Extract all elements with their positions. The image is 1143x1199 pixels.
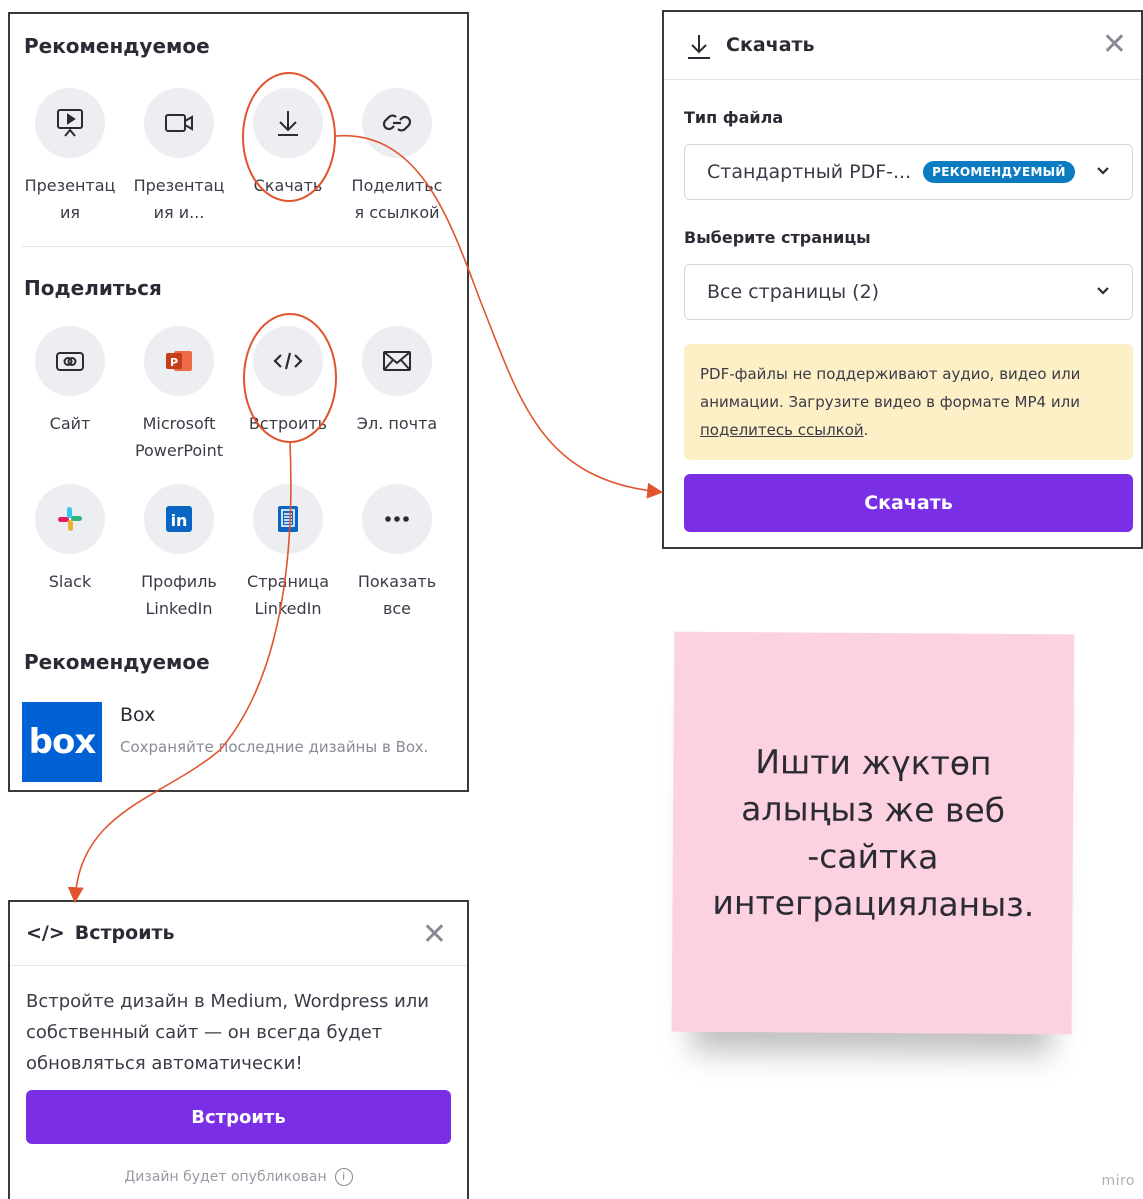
tile-label: Поделитьс я ссылкой — [351, 176, 443, 222]
file-type-label: Тип файла — [684, 108, 784, 127]
tile-label: Презентац ия и... — [133, 176, 225, 222]
tile-label: Сайт — [49, 414, 91, 433]
tile-email[interactable]: Эл. почта — [342, 326, 452, 437]
publish-note-text: Дизайн будет опубликован — [124, 1169, 327, 1185]
file-type-select[interactable]: Стандартный PDF-... РЕКОМЕНДУЕМЫЙ — [684, 144, 1133, 200]
link-icon — [362, 88, 432, 158]
tile-label: Эл. почта — [356, 414, 438, 433]
sticky-note-text: Ишти жүктөп алыңыз же веб -сайтка интегр… — [712, 742, 1035, 925]
warning-end: . — [863, 421, 869, 439]
tile-website[interactable]: Сайт — [15, 326, 125, 437]
miro-watermark: miro — [1101, 1173, 1135, 1189]
box-logo[interactable]: box — [22, 702, 102, 782]
tile-label: Microsoft PowerPoint — [134, 414, 224, 460]
dialog-header: </> Встроить ✕ — [10, 902, 467, 966]
recommended-title: Рекомендуемое — [24, 34, 210, 58]
email-icon — [362, 326, 432, 396]
embed-title-text: Встроить — [74, 922, 175, 944]
dialog-title: </> Встроить — [26, 922, 175, 944]
tile-label: Показать все — [357, 572, 437, 618]
publish-note: Дизайн будет опубликован i — [10, 1168, 467, 1186]
download-button[interactable]: Скачать — [684, 474, 1133, 532]
tile-presentation[interactable]: Презентац ия — [15, 88, 125, 226]
embed-dialog: </> Встроить ✕ Встройте дизайн в Medium, … — [8, 900, 469, 1199]
tile-presentation-video[interactable]: Презентац ия и... — [124, 88, 234, 226]
tile-label: Встроить — [248, 414, 328, 433]
svg-text:P: P — [170, 356, 178, 369]
slack-icon — [35, 484, 105, 554]
powerpoint-icon: P — [144, 326, 214, 396]
divider — [22, 246, 458, 247]
linkedin-page-icon — [253, 484, 323, 554]
warning-text: PDF-файлы не поддерживают аудио, видео и… — [700, 365, 1081, 411]
tile-label: Презентац ия — [24, 176, 116, 222]
embed-code-icon — [253, 326, 323, 396]
sticky-note[interactable]: Ишти жүктөп алыңыз же веб -сайтка интегр… — [671, 631, 1075, 1035]
tile-label: Профиль LinkedIn — [141, 572, 217, 618]
tile-label: Slack — [48, 572, 92, 591]
website-icon — [35, 326, 105, 396]
close-icon[interactable]: ✕ — [1102, 30, 1127, 60]
embed-description: Встройте дизайн в Medium, Wordpress или … — [26, 991, 429, 1074]
box-description: Сохраняйте последние дизайны в Box. — [120, 738, 429, 756]
tile-share-link[interactable]: Поделитьс я ссылкой — [342, 88, 452, 226]
pages-value: Все страницы (2) — [707, 281, 880, 303]
tile-linkedin-page[interactable]: Страница LinkedIn — [233, 484, 343, 622]
box-title[interactable]: Box — [120, 704, 155, 726]
pdf-warning: PDF-файлы не поддерживают аудио, видео и… — [684, 344, 1133, 460]
tile-linkedin-profile[interactable]: in Профиль LinkedIn — [124, 484, 234, 622]
tile-label: Скачать — [253, 176, 323, 195]
recommended-badge: РЕКОМЕНДУЕМЫЙ — [923, 161, 1075, 183]
download-dialog: Скачать ✕ Тип файла Стандартный PDF-... … — [662, 10, 1143, 549]
download-icon — [253, 88, 323, 158]
svg-text:in: in — [171, 511, 188, 530]
chevron-down-icon — [1094, 161, 1112, 184]
linkedin-icon: in — [144, 484, 214, 554]
share-panel: Рекомендуемое Презентац ия Презентац ия … — [8, 12, 469, 792]
tile-show-all[interactable]: Показать все — [342, 484, 452, 622]
dialog-title: Скачать — [726, 34, 815, 56]
tile-download[interactable]: Скачать — [233, 88, 343, 199]
pages-label: Выберите страницы — [684, 228, 871, 247]
chevron-down-icon — [1094, 281, 1112, 304]
share-title: Поделиться — [24, 276, 162, 300]
file-type-value: Стандартный PDF-... — [707, 161, 912, 183]
presentation-icon — [35, 88, 105, 158]
close-icon[interactable]: ✕ — [422, 920, 447, 950]
recommended-title-2: Рекомендуемое — [24, 650, 210, 674]
embed-button[interactable]: Встроить — [26, 1090, 451, 1144]
tile-powerpoint[interactable]: P Microsoft PowerPoint — [124, 326, 234, 464]
embed-code-icon: </> — [26, 922, 65, 944]
tile-label: Страница LinkedIn — [246, 572, 329, 618]
download-icon — [684, 32, 714, 66]
video-icon — [144, 88, 214, 158]
more-icon — [362, 484, 432, 554]
pages-select[interactable]: Все страницы (2) — [684, 264, 1133, 320]
tile-embed[interactable]: Встроить — [233, 326, 343, 437]
share-link[interactable]: поделитесь ссылкой — [700, 421, 864, 439]
info-icon[interactable]: i — [334, 1168, 353, 1186]
dialog-header: Скачать ✕ — [664, 12, 1141, 80]
tile-slack[interactable]: Slack — [15, 484, 125, 595]
